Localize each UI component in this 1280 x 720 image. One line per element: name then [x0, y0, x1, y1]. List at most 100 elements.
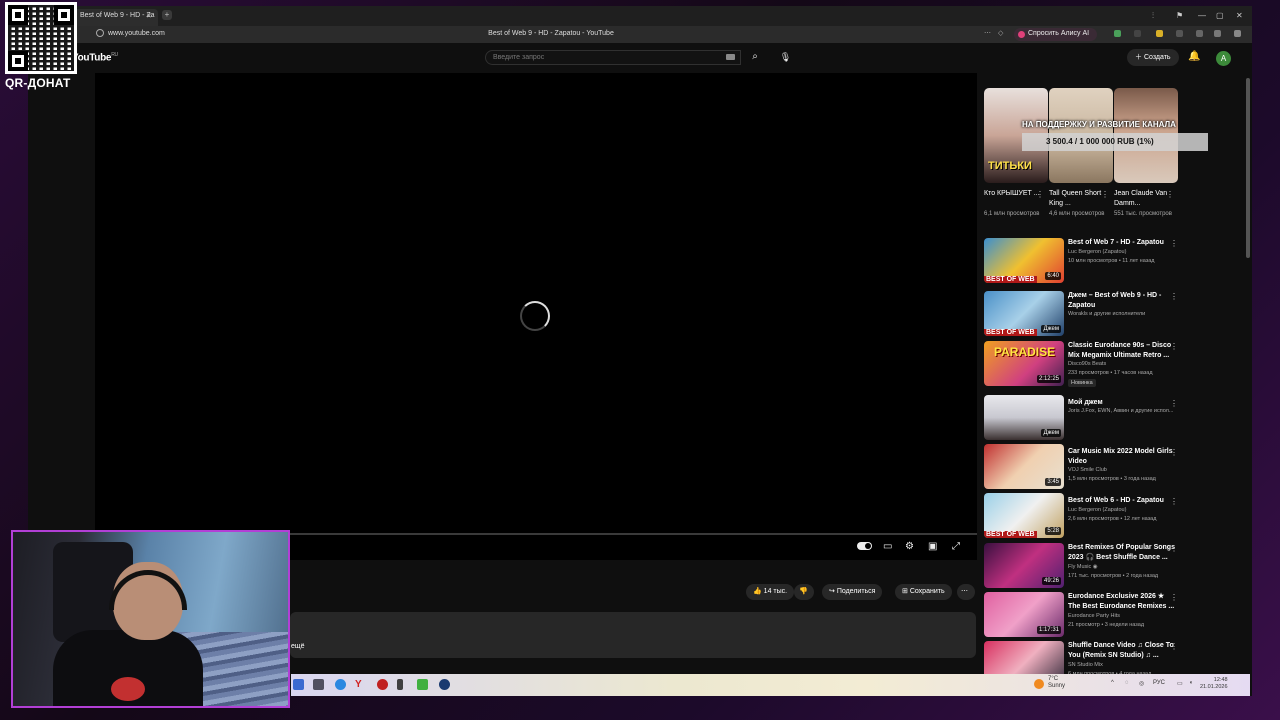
channel-name[interactable]: Luc Bergeron (Zapatou) — [1068, 507, 1180, 513]
video-title[interactable]: Best Remixes Of Popular Songs 2023 🎧 Bes… — [1068, 543, 1178, 562]
tray-icon[interactable]: ◌ — [1125, 680, 1129, 686]
browser-app-icon[interactable] — [313, 679, 324, 690]
short-title[interactable]: Jean Claude Van Damm... — [1114, 189, 1174, 209]
channel-name[interactable]: VOJ Smile Club — [1068, 467, 1180, 473]
show-more-link[interactable]: ещё — [291, 643, 305, 650]
download-icon[interactable] — [1234, 30, 1241, 37]
autoplay-toggle[interactable] — [857, 542, 872, 550]
tab-close-icon[interactable]: ✕ — [146, 12, 152, 20]
youtube-logo[interactable]: YouTubeRU — [72, 52, 118, 63]
tray-icon[interactable]: ◎ — [1139, 680, 1144, 687]
more-vert-icon[interactable]: ⋮ — [1170, 593, 1178, 602]
video-thumbnail[interactable]: 1:17:31 — [984, 592, 1064, 637]
extension-icon[interactable] — [1176, 30, 1183, 37]
chrome-icon[interactable] — [335, 679, 346, 690]
scrollbar[interactable] — [1246, 78, 1250, 258]
dislike-button[interactable]: 👎 — [794, 584, 814, 600]
more-vert-icon[interactable]: ⋮ — [1170, 292, 1178, 301]
channel-name[interactable]: Disco90s Beats — [1068, 361, 1180, 367]
video-title[interactable]: Best of Web 7 - HD - Zapatou — [1068, 238, 1178, 248]
keyboard-icon[interactable] — [726, 54, 735, 60]
settings-gear-icon[interactable]: ⚙ — [905, 541, 914, 552]
pin-icon[interactable]: ⫶ — [1152, 11, 1154, 21]
description-box[interactable] — [290, 612, 976, 658]
bookmarks-icon[interactable]: ⚑ — [1176, 11, 1183, 20]
like-button[interactable]: 👍 14 тыс. — [746, 584, 795, 600]
more-vert-icon[interactable]: ⋮ — [1036, 190, 1044, 199]
list-item[interactable]: 49:26 Best Remixes Of Popular Songs 2023… — [984, 543, 1232, 589]
video-thumbnail[interactable]: BEST OF WEB 6:40 — [984, 238, 1064, 283]
url-field[interactable]: www.youtube.com — [108, 30, 165, 37]
video-thumbnail[interactable]: BEST OF WEB Джем — [984, 291, 1064, 336]
bookmark-icon[interactable]: ◇ — [998, 29, 1003, 37]
more-vert-icon[interactable]: ⋮ — [1166, 190, 1174, 199]
save-button[interactable]: ⊞ Сохранить — [895, 584, 952, 600]
search-button[interactable]: ⌕ — [741, 50, 769, 65]
video-title[interactable]: Best of Web 6 - HD - Zapatou — [1068, 496, 1178, 506]
clock[interactable]: 12:48 21.01.2026 — [1200, 677, 1228, 691]
obs-icon[interactable] — [377, 679, 388, 690]
subtitles-icon[interactable]: ▭ — [883, 541, 892, 552]
weather-widget[interactable]: 7°C Sunny — [1048, 676, 1065, 690]
extension-icon[interactable] — [1134, 30, 1141, 37]
more-vert-icon[interactable]: ⋮ — [1170, 342, 1178, 351]
channel-name[interactable]: Fly Music ◉ — [1068, 564, 1180, 570]
network-icon[interactable]: ▭ — [1177, 680, 1183, 687]
channel-name[interactable]: Joris J.Fox, ÉWN, Аввин и другие испол..… — [1068, 408, 1180, 414]
fullscreen-icon[interactable]: ⤢ — [952, 541, 960, 552]
video-title[interactable]: Car Music Mix 2022 Model Girls Video — [1068, 447, 1178, 466]
short-title[interactable]: Кто КРЫШУЕТ ... — [984, 189, 1044, 199]
video-title[interactable]: Classic Eurodance 90s – Disco Mix Megami… — [1068, 341, 1178, 360]
yandex-icon[interactable]: Y — [355, 679, 366, 690]
tray-chevron-icon[interactable]: ^ — [1111, 680, 1114, 686]
extension-icon[interactable] — [1156, 30, 1163, 37]
list-item[interactable]: PARADISE 2:12:25 Classic Eurodance 90s –… — [984, 341, 1232, 387]
video-title[interactable]: Джем – Best of Web 9 - HD - Zapatou — [1068, 291, 1178, 310]
miniplayer-icon[interactable]: ▣ — [928, 541, 937, 552]
video-thumbnail[interactable]: 49:26 — [984, 543, 1064, 588]
channel-name[interactable]: SN Studio Mix — [1068, 662, 1180, 668]
short-title[interactable]: Tall Queen Short King ... — [1049, 189, 1109, 209]
video-title[interactable]: Shuffle Dance Video ♫ Close To You (Remi… — [1068, 641, 1178, 660]
new-tab-icon[interactable]: + — [162, 10, 172, 20]
ask-alice-button[interactable]: Спросить Алису AI — [1014, 28, 1098, 41]
more-vert-icon[interactable]: ⋮ — [1170, 497, 1178, 506]
list-item[interactable]: 1:17:31 Eurodance Exclusive 2026 ★ The B… — [984, 592, 1232, 638]
more-vert-icon[interactable]: ⋮ — [1170, 448, 1178, 457]
close-window-icon[interactable]: ✕ — [1236, 11, 1243, 20]
list-item[interactable]: BEST OF WEB 6:40 Best of Web 7 - HD - Za… — [984, 238, 1232, 284]
video-player[interactable]: ▭ ⚙ ▣ ⤢ — [95, 73, 977, 560]
site-info-icon[interactable] — [96, 29, 104, 37]
maximize-icon[interactable]: ▢ — [1216, 11, 1224, 20]
list-item[interactable]: BEST OF WEB Джем Джем – Best of Web 9 - … — [984, 291, 1232, 337]
avatar[interactable]: A — [1216, 51, 1231, 66]
video-title[interactable]: Мой джем — [1068, 398, 1178, 408]
lang-indicator[interactable]: РУС — [1153, 680, 1165, 686]
more-vert-icon[interactable]: ⋮ — [1170, 239, 1178, 248]
extension-icon[interactable] — [1214, 30, 1221, 37]
more-vert-icon[interactable]: ⋮ — [1170, 642, 1178, 651]
create-button[interactable]: ＋ Создать — [1127, 49, 1179, 66]
more-vert-icon[interactable]: ⋮ — [1170, 544, 1178, 553]
channel-name[interactable]: Eurodance Party Hits — [1068, 613, 1180, 619]
more-icon[interactable]: ⋯ — [984, 29, 991, 37]
video-thumbnail[interactable]: Джем — [984, 395, 1064, 440]
channel-name[interactable]: Luc Bergeron (Zapatou) — [1068, 249, 1180, 255]
steam-icon[interactable] — [439, 679, 450, 690]
volume-icon[interactable]: ◖ — [1189, 680, 1193, 686]
app-icon[interactable] — [417, 679, 428, 690]
list-item[interactable]: 3:45 Car Music Mix 2022 Model Girls Vide… — [984, 444, 1232, 490]
extension-icon[interactable] — [1196, 30, 1203, 37]
microphone-icon[interactable]: 🎙 — [778, 50, 793, 65]
video-title[interactable]: Eurodance Exclusive 2026 ★ The Best Euro… — [1068, 592, 1178, 611]
minimize-icon[interactable]: — — [1198, 11, 1206, 20]
video-thumbnail[interactable]: 3:45 — [984, 444, 1064, 489]
more-actions-button[interactable]: ⋯ — [957, 584, 975, 600]
start-icon[interactable] — [293, 679, 304, 690]
list-item[interactable]: BEST OF WEB 5:28 Best of Web 6 - HD - Za… — [984, 493, 1232, 539]
more-vert-icon[interactable]: ⋮ — [1101, 190, 1109, 199]
share-button[interactable]: ↪ Поделиться — [822, 584, 883, 600]
more-vert-icon[interactable]: ⋮ — [1170, 399, 1178, 408]
list-item[interactable]: Джем Мой джем Joris J.Fox, ÉWN, Аввин и … — [984, 395, 1232, 441]
app-icon[interactable] — [397, 679, 403, 690]
